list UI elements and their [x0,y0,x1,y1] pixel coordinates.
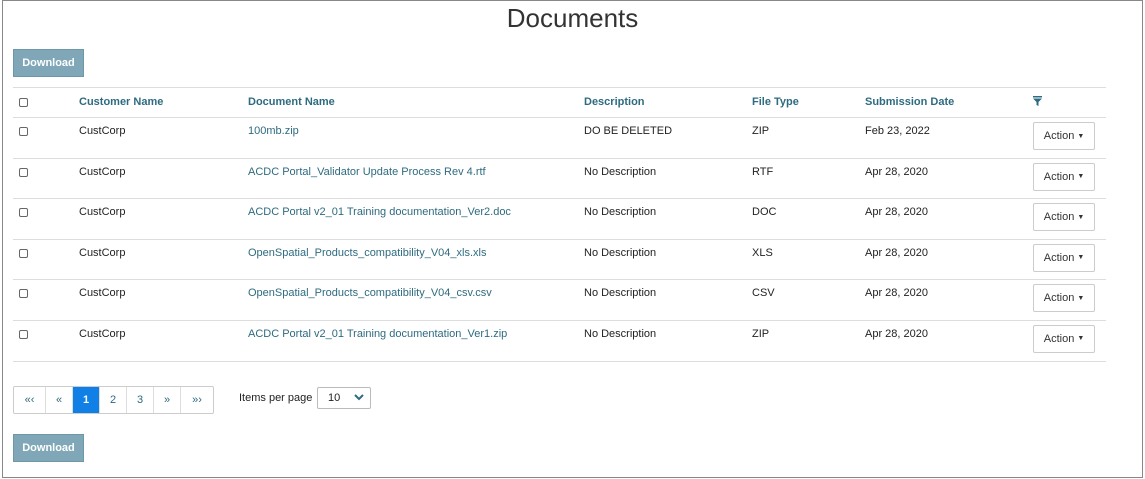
pagination: «‹ « 1 2 3 » »› [13,386,214,414]
row-checkbox[interactable] [19,125,28,136]
row-checkbox[interactable] [19,206,28,218]
documents-panel: Documents Download Customer Name Documen… [2,0,1143,478]
table-row: CustCorp OpenSpatial_Products_compatibil… [13,280,1106,321]
customer-name-cell: CustCorp [79,165,126,178]
customer-name-cell: CustCorp [79,125,126,137]
action-label: Action [1043,292,1075,305]
file-type-cell: CSV [752,287,775,300]
page-1-button[interactable]: 1 [73,387,100,413]
customer-name-cell: CustCorp [79,206,126,219]
caret-down-icon: ▼ [1077,132,1085,140]
document-name-link[interactable]: ACDC Portal_Validator Update Process Rev… [248,166,486,178]
action-label: Action [1043,211,1075,224]
next-page-button[interactable]: » [154,387,181,413]
action-button[interactable]: Action ▼ [1033,284,1095,313]
table-row: CustCorp ACDC Portal v2_01 Training docu… [13,321,1106,362]
file-type-cell: ZIP [752,327,770,340]
customer-name-cell: CustCorp [79,287,126,300]
submission-date-cell: Feb 23, 2022 [865,125,930,137]
table-row: CustCorp ACDC Portal_Validator Update Pr… [13,159,1106,200]
chevron-down-icon [354,393,364,403]
customer-name-cell: CustCorp [79,246,126,259]
document-name-link[interactable]: ACDC Portal v2_01 Training documentation… [248,328,507,340]
file-type-cell: RTF [752,165,774,178]
page-3-button[interactable]: 3 [127,387,154,413]
caret-down-icon: ▼ [1077,213,1085,221]
action-label: Action [1043,170,1075,183]
caret-down-icon: ▼ [1077,173,1085,181]
file-type-cell: XLS [752,246,773,259]
header-customer-name[interactable]: Customer Name [79,96,163,108]
prev-page-button[interactable]: « [46,387,73,413]
row-checkbox[interactable] [19,166,28,177]
header-submission-date[interactable]: Submission Date [865,96,954,108]
customer-name-cell: CustCorp [79,327,126,340]
action-button[interactable]: Action ▼ [1033,203,1095,232]
last-page-button[interactable]: »› [181,387,213,413]
submission-date-cell: Apr 28, 2020 [865,246,928,259]
caret-down-icon: ▼ [1077,335,1085,343]
row-checkbox[interactable] [19,247,28,258]
action-label: Action [1043,251,1075,264]
file-type-cell: ZIP [752,125,770,137]
first-page-button[interactable]: «‹ [14,387,46,413]
action-button[interactable]: Action ▼ [1033,162,1095,191]
submission-date-cell: Apr 28, 2020 [865,287,928,300]
caret-down-icon: ▼ [1077,294,1085,302]
table-row: CustCorp OpenSpatial_Products_compatibil… [13,240,1106,281]
download-button-top[interactable]: Download [13,49,84,77]
items-per-page-select[interactable]: 10 [317,387,371,409]
document-name-link[interactable]: ACDC Portal v2_01 Training documentation… [248,206,511,218]
action-label: Action [1043,332,1075,345]
header-file-type[interactable]: File Type [752,96,799,108]
page-title: Documents [506,3,639,33]
filter-icon[interactable] [1033,96,1042,109]
download-button-bottom[interactable]: Download [13,434,84,462]
file-type-cell: DOC [752,206,777,219]
table-row: CustCorp 100mb.zip DO BE DELETED ZIP Feb… [13,118,1106,159]
description-cell: DO BE DELETED [584,125,673,137]
action-button[interactable]: Action ▼ [1033,324,1095,353]
items-per-page-label: Items per page [239,392,313,404]
description-cell: No Description [584,206,657,219]
submission-date-cell: Apr 28, 2020 [865,206,928,219]
submission-date-cell: Apr 28, 2020 [865,327,928,340]
row-checkbox[interactable] [19,287,28,299]
header-document-name[interactable]: Document Name [248,96,335,108]
select-all-checkbox[interactable] [19,96,28,107]
documents-table: Customer Name Document Name Description … [13,87,1106,362]
action-button[interactable]: Action ▼ [1033,122,1095,150]
description-cell: No Description [584,246,657,259]
header-description[interactable]: Description [584,96,645,108]
document-name-link[interactable]: OpenSpatial_Products_compatibility_V04_c… [248,287,492,299]
table-header-row: Customer Name Document Name Description … [13,88,1106,118]
description-cell: No Description [584,287,657,300]
table-body: CustCorp 100mb.zip DO BE DELETED ZIP Feb… [13,118,1106,362]
description-cell: No Description [584,165,657,178]
caret-down-icon: ▼ [1077,254,1085,262]
document-name-link[interactable]: 100mb.zip [248,125,299,137]
items-per-page-value: 10 [328,392,341,404]
table-row: CustCorp ACDC Portal v2_01 Training docu… [13,199,1106,240]
row-checkbox[interactable] [19,328,28,339]
document-name-link[interactable]: OpenSpatial_Products_compatibility_V04_x… [248,247,486,259]
action-label: Action [1043,130,1075,142]
page-2-button[interactable]: 2 [100,387,127,413]
submission-date-cell: Apr 28, 2020 [865,165,928,178]
action-button[interactable]: Action ▼ [1033,243,1095,272]
description-cell: No Description [584,327,657,340]
